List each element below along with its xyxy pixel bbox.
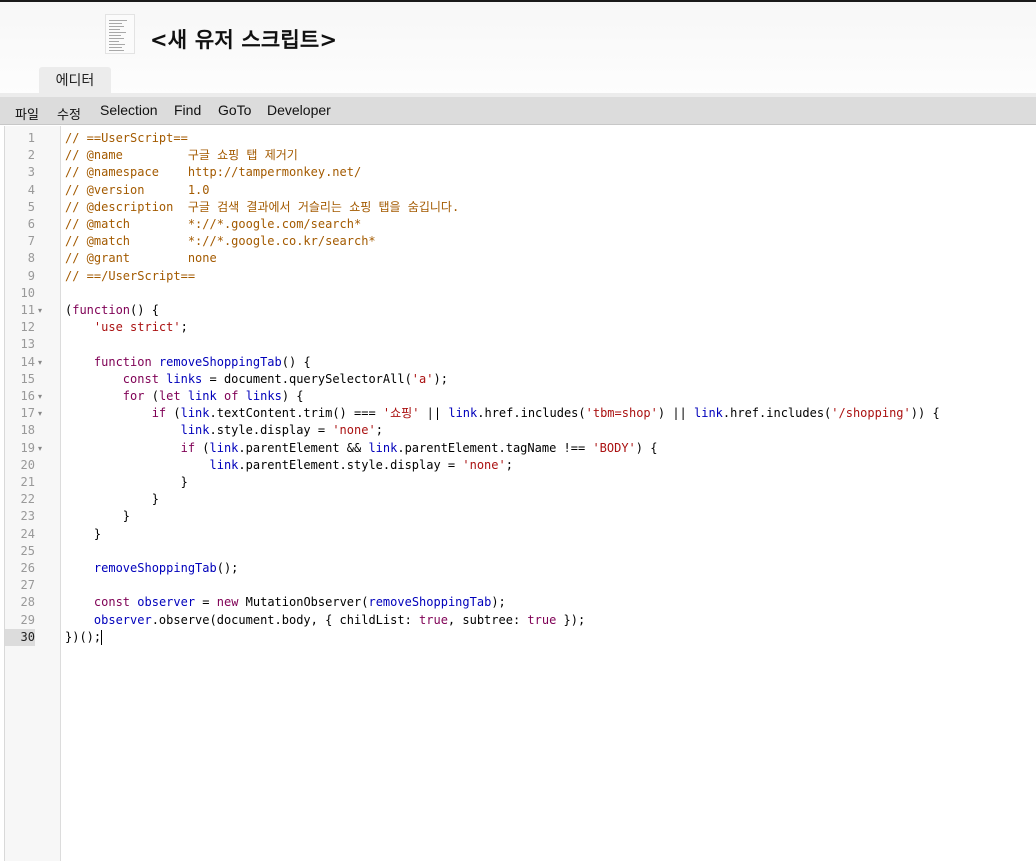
line-number: 15: [20, 371, 35, 386]
line-number: 23: [20, 509, 35, 524]
line-number: 10: [20, 285, 35, 300]
code-line[interactable]: // @namespace http://tampermonkey.net/: [65, 164, 361, 181]
fold-toggle-icon[interactable]: ▾: [38, 388, 42, 405]
code-line[interactable]: const observer = new MutationObserver(re…: [65, 594, 506, 611]
code-line[interactable]: })();: [65, 629, 103, 646]
script-document-icon: [105, 14, 135, 54]
code-editor[interactable]: 1 2 3 4 5 6 7 8 9 10 11 ▾ 12 13 14 ▾ 15 16 ▾ 17 ▾ 18 19 ▾ 20 21 22…: [4, 126, 1036, 861]
line-number: 29: [20, 612, 35, 627]
line-number: 13: [20, 337, 35, 352]
menu-selection[interactable]: Selection: [100, 102, 158, 118]
line-number: 21: [20, 475, 35, 489]
line-number: 28: [20, 595, 35, 610]
code-line[interactable]: }: [65, 508, 130, 525]
code-line[interactable]: const links = document.querySelectorAll(…: [65, 371, 448, 388]
code-line[interactable]: link.style.display = 'none';: [65, 422, 383, 439]
code-line[interactable]: link.parentElement.style.display = 'none…: [65, 457, 513, 474]
line-number: 27: [20, 578, 35, 593]
line-number: 6: [27, 217, 35, 231]
text-cursor: [101, 629, 103, 645]
code-line[interactable]: // @version 1.0: [65, 182, 210, 199]
code-line[interactable]: if (link.parentElement && link.parentEle…: [65, 440, 658, 457]
line-number: 3: [27, 165, 35, 180]
line-number: 18: [20, 423, 35, 438]
line-number: 2: [27, 148, 35, 163]
tab-editor[interactable]: 에디터: [39, 67, 111, 94]
code-line[interactable]: if (link.textContent.trim() === '쇼핑' || …: [65, 405, 940, 422]
line-number: 1: [27, 131, 35, 145]
line-number: 24: [20, 526, 35, 541]
code-line[interactable]: function removeShoppingTab() {: [65, 354, 311, 371]
code-line[interactable]: // ==/UserScript==: [65, 268, 195, 285]
line-number: 26: [20, 561, 35, 575]
code-line[interactable]: (function() {: [65, 302, 159, 319]
line-number: 12: [20, 320, 35, 335]
fold-toggle-icon[interactable]: ▾: [38, 405, 42, 422]
script-header: <새 유저 스크립트>: [0, 2, 1036, 95]
line-number: 11: [20, 303, 35, 317]
page-title: <새 유저 스크립트>: [150, 28, 338, 52]
menu-find[interactable]: Find: [174, 102, 201, 118]
fold-toggle-icon[interactable]: ▾: [38, 302, 42, 319]
menu-goto[interactable]: GoTo: [218, 102, 251, 118]
line-number: 5: [27, 199, 35, 214]
line-number: 4: [27, 182, 35, 197]
line-number-gutter: 1 2 3 4 5 6 7 8 9 10 11 ▾ 12 13 14 ▾ 15 16 ▾ 17 ▾ 18 19 ▾ 20 21 22…: [5, 126, 61, 861]
code-line[interactable]: removeShoppingTab();: [65, 560, 239, 577]
line-number: 19: [20, 440, 35, 455]
menu-developer[interactable]: Developer: [267, 102, 331, 118]
code-line[interactable]: // @match *://*.google.co.kr/search*: [65, 233, 376, 250]
line-number: 8: [27, 251, 35, 266]
editor-menu-bar: 파일 수정 Selection Find GoTo Developer: [0, 97, 1036, 125]
line-number: 16: [20, 389, 35, 403]
code-line[interactable]: }: [65, 491, 159, 508]
line-number: 7: [27, 234, 35, 249]
code-line[interactable]: // @name 구글 쇼핑 탭 제거기: [65, 147, 298, 164]
menu-edit[interactable]: 수정: [57, 104, 81, 123]
code-line[interactable]: // @grant none: [65, 250, 217, 267]
code-line[interactable]: observer.observe(document.body, { childL…: [65, 612, 585, 629]
code-line[interactable]: // ==UserScript==: [65, 130, 188, 147]
line-number: 20: [20, 457, 35, 472]
code-line[interactable]: }: [65, 526, 101, 543]
code-line[interactable]: // @description 구글 검색 결과에서 거슬리는 쇼핑 탭을 숨깁…: [65, 199, 459, 216]
line-number: 9: [27, 268, 35, 283]
code-line[interactable]: // @match *://*.google.com/search*: [65, 216, 361, 233]
line-number: 22: [20, 492, 35, 507]
code-line[interactable]: for (let link of links) {: [65, 388, 304, 405]
code-line[interactable]: 'use strict';: [65, 319, 188, 336]
menu-file[interactable]: 파일: [15, 104, 39, 123]
code-line[interactable]: }: [65, 474, 188, 491]
line-number: 30: [5, 628, 35, 646]
fold-toggle-icon[interactable]: ▾: [38, 440, 42, 457]
line-number: 25: [20, 543, 35, 558]
line-number: 17: [20, 406, 35, 421]
line-number: 14: [20, 354, 35, 369]
fold-toggle-icon[interactable]: ▾: [38, 354, 42, 371]
